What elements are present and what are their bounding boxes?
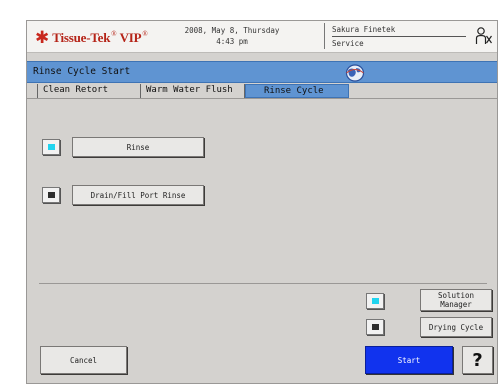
solution-manager-button[interactable]: Solution Manager	[420, 289, 492, 311]
drain-fill-port-rinse-indicator[interactable]	[42, 187, 60, 203]
rinse-button[interactable]: Rinse	[72, 137, 204, 157]
date-time-display: 2008, May 8, Thursday 4:43 pm	[177, 25, 287, 47]
tab-underline	[27, 98, 497, 99]
user-info: Sakura Finetek Service	[332, 24, 466, 49]
header-divider	[324, 23, 325, 49]
indicator-dot	[372, 298, 379, 304]
help-button[interactable]: ?	[462, 346, 493, 374]
drain-fill-port-rinse-button[interactable]: Drain/Fill Port Rinse	[72, 185, 204, 205]
solution-manager-indicator[interactable]	[366, 293, 384, 309]
date-text: 2008, May 8, Thursday	[184, 26, 280, 35]
drying-cycle-indicator[interactable]	[366, 319, 384, 335]
solution-manager-label-line1: Solution	[437, 291, 475, 300]
app-window: ✱ Tissue-Tek ® VIP ® 2008, May 8, Thursd…	[26, 20, 498, 384]
tab-warm-water-flush[interactable]: Warm Water Flush	[141, 84, 245, 98]
globe-icon[interactable]	[345, 64, 365, 82]
page-title: Rinse Cycle Start	[33, 66, 131, 77]
person-exit-icon[interactable]	[475, 26, 493, 46]
brand-name: Tissue-Tek	[52, 30, 111, 45]
user-role: Service	[332, 39, 364, 48]
solution-manager-label-line2: Manager	[440, 300, 472, 309]
cancel-button[interactable]: Cancel	[40, 346, 127, 374]
indicator-dot	[48, 192, 55, 198]
start-button[interactable]: Start	[365, 346, 453, 374]
header-bar: ✱ Tissue-Tek ® VIP ® 2008, May 8, Thursd…	[27, 21, 497, 53]
brand-logo: ✱ Tissue-Tek ® VIP ®	[35, 27, 148, 48]
time-text: 4:43 pm	[216, 37, 248, 46]
rinse-indicator[interactable]	[42, 139, 60, 155]
sakura-star-icon: ✱	[35, 27, 50, 48]
section-divider	[39, 283, 487, 284]
title-bar: Rinse Cycle Start	[27, 61, 497, 83]
indicator-dot	[372, 324, 379, 330]
indicator-dot	[48, 144, 55, 150]
brand-suffix: VIP	[119, 30, 142, 45]
tab-clean-retort[interactable]: Clean Retort	[37, 84, 141, 98]
drying-cycle-button[interactable]: Drying Cycle	[420, 317, 492, 337]
tab-rinse-cycle[interactable]: Rinse Cycle	[245, 84, 349, 98]
user-name: Sakura Finetek	[332, 24, 466, 37]
